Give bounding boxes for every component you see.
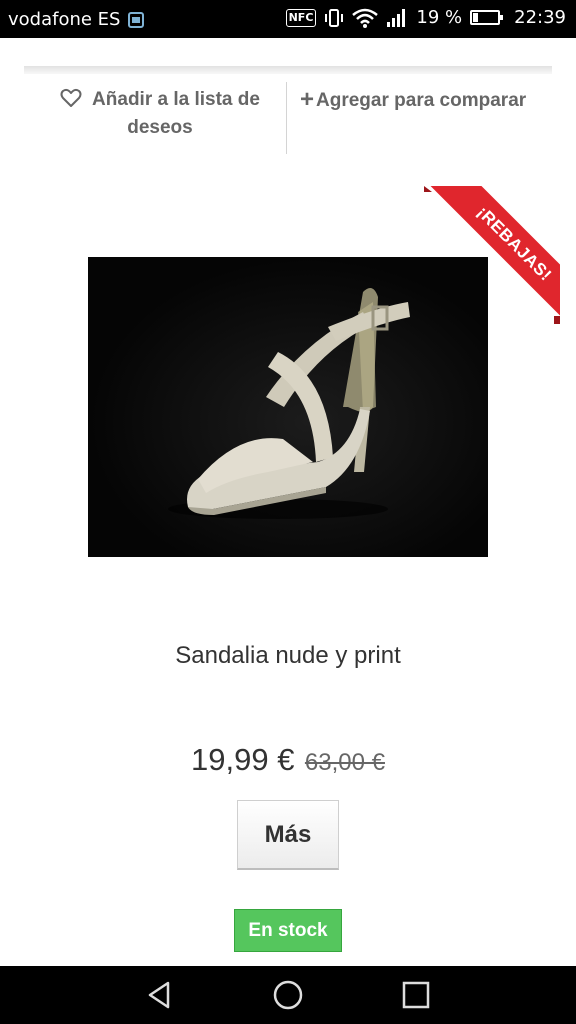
price-current: 19,99 €	[191, 742, 295, 777]
product-name[interactable]: Sandalia nude y print	[0, 642, 576, 670]
clock: 22:39	[514, 7, 566, 28]
price-row: 19,99 € 63,00 €	[0, 742, 576, 778]
status-left: vodafone ES	[8, 9, 145, 30]
status-right: NFC 19 % 22:39	[285, 7, 566, 28]
signal-icon	[387, 8, 406, 27]
price-old: 63,00 €	[304, 749, 385, 776]
action-separator	[286, 82, 287, 154]
stock-badge: En stock	[234, 909, 342, 952]
battery-icon	[470, 10, 504, 25]
more-button[interactable]: Más	[237, 800, 339, 870]
sale-ribbon: ¡REBAJAS!	[424, 186, 560, 322]
add-to-wishlist-link[interactable]: Añadir a la lista de deseos	[40, 86, 280, 142]
nfc-icon: NFC	[285, 8, 317, 27]
navigation-bar	[0, 966, 576, 1024]
carrier-name: vodafone ES	[8, 9, 121, 30]
wishlist-label: Añadir a la lista de deseos	[92, 89, 260, 138]
plus-icon: +	[300, 86, 315, 113]
back-icon[interactable]	[144, 979, 176, 1011]
heart-icon	[60, 88, 82, 107]
vibrate-icon	[325, 8, 344, 27]
image-notification-icon	[128, 11, 145, 28]
wifi-icon	[352, 8, 379, 28]
ribbon-fold	[554, 316, 560, 324]
battery-percent: 19 %	[416, 7, 463, 28]
status-bar: vodafone ES NFC 19 % 22:39	[0, 0, 576, 38]
add-to-compare-link[interactable]: + Agregar para comparar	[300, 86, 550, 115]
home-icon[interactable]	[272, 979, 304, 1011]
sale-badge: ¡REBAJAS!	[430, 186, 560, 322]
recents-icon[interactable]	[400, 979, 432, 1011]
top-divider	[24, 66, 552, 74]
compare-label: Agregar para comparar	[316, 90, 527, 111]
